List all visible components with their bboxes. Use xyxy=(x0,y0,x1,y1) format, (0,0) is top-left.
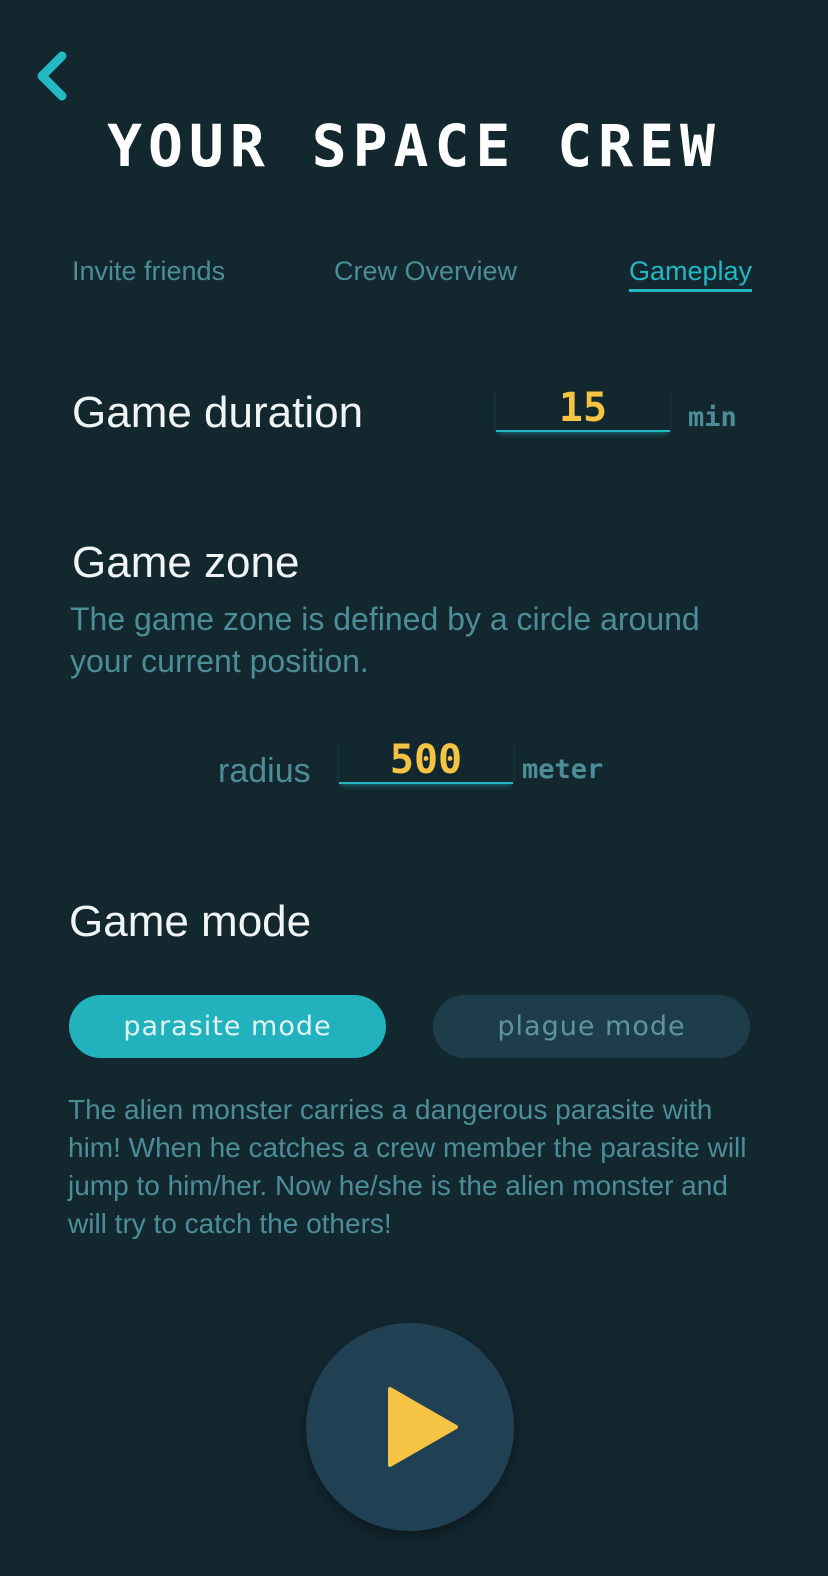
tab-bar: Invite friends Crew Overview Gameplay xyxy=(0,256,828,306)
parasite-mode-button[interactable]: parasite mode xyxy=(69,995,386,1058)
game-zone-description: The game zone is defined by a circle aro… xyxy=(70,601,700,679)
game-mode-description: The alien monster carries a dangerous pa… xyxy=(68,1094,747,1239)
game-mode-heading: Game mode xyxy=(69,897,312,946)
radius-unit: meter xyxy=(522,754,604,785)
game-duration-heading: Game duration xyxy=(72,388,364,437)
chevron-left-icon xyxy=(37,51,67,101)
game-zone-heading: Game zone xyxy=(72,538,300,587)
play-icon xyxy=(388,1387,458,1467)
back-button[interactable] xyxy=(28,46,76,106)
game-duration-unit: min xyxy=(688,402,737,433)
plague-mode-button[interactable]: plague mode xyxy=(433,995,750,1058)
radius-label: radius xyxy=(218,752,311,790)
tab-invite-friends[interactable]: Invite friends xyxy=(72,256,225,287)
tab-gameplay[interactable]: Gameplay xyxy=(629,256,753,292)
game-duration-input[interactable] xyxy=(496,386,670,432)
tab-crew-overview[interactable]: Crew Overview xyxy=(334,256,517,287)
page-title: YOUR SPACE CREW xyxy=(107,112,721,180)
radius-input[interactable] xyxy=(339,738,513,784)
play-button[interactable] xyxy=(306,1323,514,1531)
